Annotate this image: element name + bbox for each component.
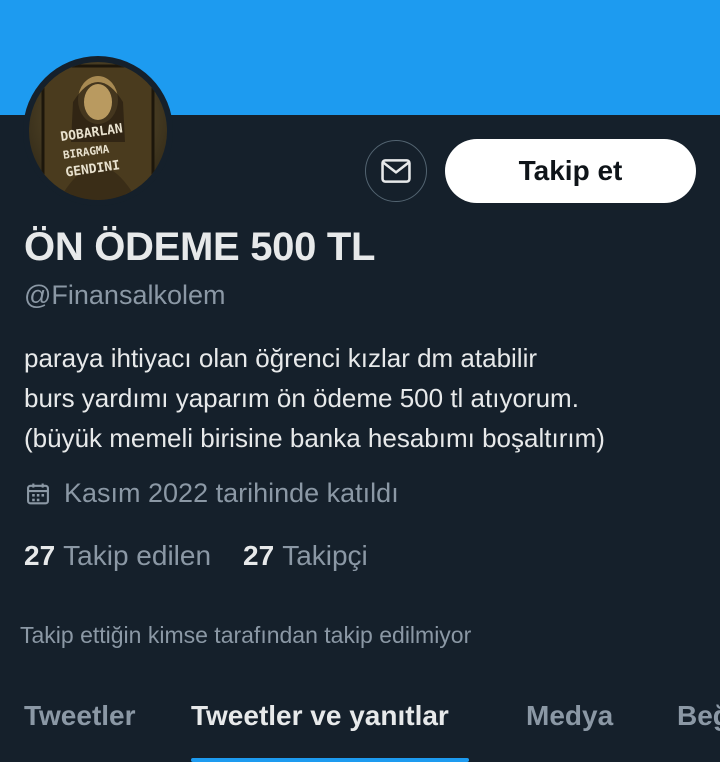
followers-label: Takipçi — [282, 540, 368, 571]
bio-line: (büyük memeli birisine banka hesabımı bo… — [24, 423, 605, 453]
profile-bio: paraya ihtiyacı olan öğrenci kızlar dm a… — [24, 338, 714, 458]
followers-count: 27 — [243, 540, 275, 571]
join-date: Kasım 2022 tarihinde katıldı — [24, 478, 399, 509]
tab-tweets[interactable]: Tweetler — [24, 700, 136, 732]
user-handle: @Finansalkolem — [24, 280, 226, 310]
followers-you-know: Takip ettiğin kimse tarafından takip edi… — [20, 622, 472, 648]
profile-tabs: Tweetler Tweetler ve yanıtlar Medya Beğe… — [0, 688, 720, 762]
tab-tweets-and-replies[interactable]: Tweetler ve yanıtlar — [191, 700, 449, 732]
message-button[interactable] — [365, 140, 427, 202]
join-date-text: Kasım 2022 tarihinde katıldı — [64, 478, 399, 508]
avatar[interactable]: DOBARLAN BIRAGMA GENDINI — [23, 56, 173, 206]
following-count: 27 — [24, 540, 56, 571]
calendar-icon — [27, 483, 49, 504]
avatar-image: DOBARLAN BIRAGMA GENDINI — [29, 62, 167, 200]
profile-page: DOBARLAN BIRAGMA GENDINI Takip et ÖN ÖDE… — [0, 0, 720, 762]
active-tab-indicator — [191, 758, 469, 762]
envelope-icon — [381, 159, 411, 183]
display-name: ÖN ÖDEME 500 TL — [24, 225, 376, 269]
tab-media[interactable]: Medya — [526, 700, 613, 732]
follow-stats: 27 Takip edilen 27 Takipçi — [24, 540, 400, 572]
followers-link[interactable]: 27 Takipçi — [243, 540, 368, 572]
tab-likes[interactable]: Beğeni — [677, 700, 720, 732]
follow-button[interactable]: Takip et — [445, 139, 696, 203]
following-link[interactable]: 27 Takip edilen — [24, 540, 211, 572]
bio-line: paraya ihtiyacı olan öğrenci kızlar dm a… — [24, 343, 538, 373]
following-label: Takip edilen — [63, 540, 212, 571]
bio-line: burs yardımı yaparım ön ödeme 500 tl atı… — [24, 383, 579, 413]
